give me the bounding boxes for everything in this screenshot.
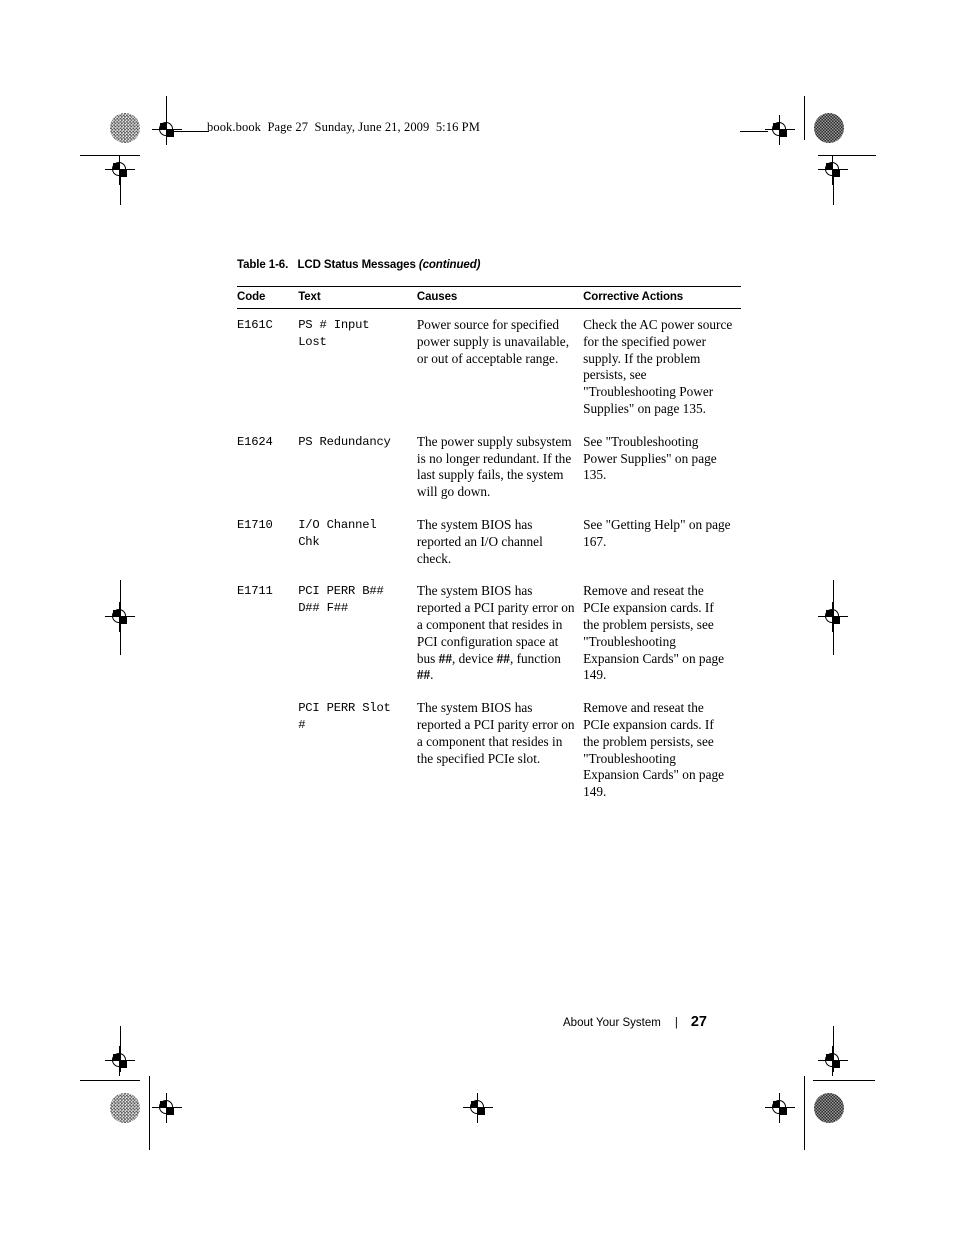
trim-line-horizontal (813, 1080, 875, 1082)
table-row: E1710 I/O Channel Chk The system BIOS ha… (237, 509, 741, 575)
registration-mark (765, 115, 795, 145)
cell-causes: The system BIOS has reported a PCI parit… (417, 575, 583, 692)
trim-line-vertical (119, 580, 121, 655)
trim-line-vertical (832, 580, 834, 655)
cell-code: E1711 (237, 584, 273, 599)
table-caption-continued: (continued) (418, 259, 481, 271)
table-header-row: Code Text Causes Corrective Actions (237, 286, 741, 309)
table-row: PCI PERR Slot # The system BIOS has repo… (237, 692, 741, 809)
cell-text: PCI PERR B## D## F## (298, 584, 384, 616)
cell-actions: See "Getting Help" on page 167. (583, 516, 731, 549)
cell-code (237, 692, 298, 809)
table-row: E1624 PS Redundancy The power supply sub… (237, 426, 741, 509)
cell-text: PS # Input Lost (298, 318, 370, 349)
footer-separator: | (674, 1017, 678, 1029)
halftone-dot-mark (110, 113, 140, 143)
cell-text: PS Redundancy (298, 434, 391, 449)
document-page: book.book Page 27 Sunday, June 21, 2009 … (0, 0, 954, 1235)
table-caption: Table 1-6. LCD Status Messages (continue… (237, 259, 480, 271)
cell-actions: Remove and reseat the PCIe expansion car… (583, 700, 725, 800)
causes-text-part: . (430, 667, 434, 683)
table-row: E161C PS # Input Lost Power source for s… (237, 309, 741, 426)
cell-actions: Check the AC power source for the specif… (583, 317, 733, 416)
column-header-text: Text (298, 286, 417, 309)
trim-line-horizontal (80, 1080, 140, 1082)
column-header-actions: Corrective Actions (583, 286, 741, 309)
cell-text: I/O Channel Chk (298, 517, 377, 549)
table-caption-number: Table 1-6. (237, 259, 289, 271)
halftone-dot-mark (814, 1093, 844, 1123)
cell-actions: Remove and reseat the PCIe expansion car… (583, 583, 725, 683)
column-header-code: Code (237, 286, 299, 309)
page-footer: About Your System | 27 (563, 1014, 707, 1030)
running-header: book.book Page 27 Sunday, June 21, 2009 … (207, 120, 480, 134)
halftone-dot-mark (814, 113, 844, 143)
trim-line-vertical (832, 170, 834, 205)
registration-mark (463, 1093, 493, 1123)
table-caption-text: LCD Status Messages (297, 259, 416, 271)
causes-text-part: , function (509, 650, 561, 666)
column-header-causes: Causes (416, 286, 584, 309)
cell-causes: The power supply subsystem is no longer … (416, 433, 572, 500)
cell-code: E161C (237, 318, 273, 332)
causes-text-part: , device (451, 650, 497, 666)
trim-line-vertical (804, 96, 806, 140)
halftone-dot-mark (110, 1093, 140, 1123)
trim-line-vertical (119, 170, 121, 205)
table-row: E1711 PCI PERR B## D## F## The system BI… (237, 575, 741, 692)
footer-chapter-title: About Your System (563, 1017, 661, 1029)
cell-code: E1624 (237, 434, 273, 449)
cell-code: E1710 (237, 517, 273, 532)
registration-mark (818, 1046, 848, 1076)
trim-line-horizontal (167, 130, 209, 132)
trim-line-horizontal (740, 130, 768, 132)
hash-placeholder: ## (496, 650, 510, 666)
cell-actions: See "Troubleshooting Power Supplies" on … (583, 433, 717, 483)
registration-mark (152, 1093, 182, 1123)
cell-causes: Power source for specified power supply … (416, 317, 570, 366)
page-number: 27 (690, 1014, 707, 1030)
hash-placeholder: ## (438, 650, 452, 666)
registration-mark (105, 1046, 135, 1076)
cell-causes: The system BIOS has reported a PCI parit… (416, 700, 575, 766)
trim-line-vertical (149, 1076, 151, 1150)
registration-mark (765, 1093, 795, 1123)
lcd-status-messages-table: Code Text Causes Corrective Actions E161… (237, 286, 741, 809)
hash-placeholder: ## (416, 667, 431, 683)
trim-line-vertical (804, 1076, 806, 1150)
cell-text: PCI PERR Slot # (298, 701, 391, 732)
cell-causes: The system BIOS has reported an I/O chan… (416, 516, 543, 566)
